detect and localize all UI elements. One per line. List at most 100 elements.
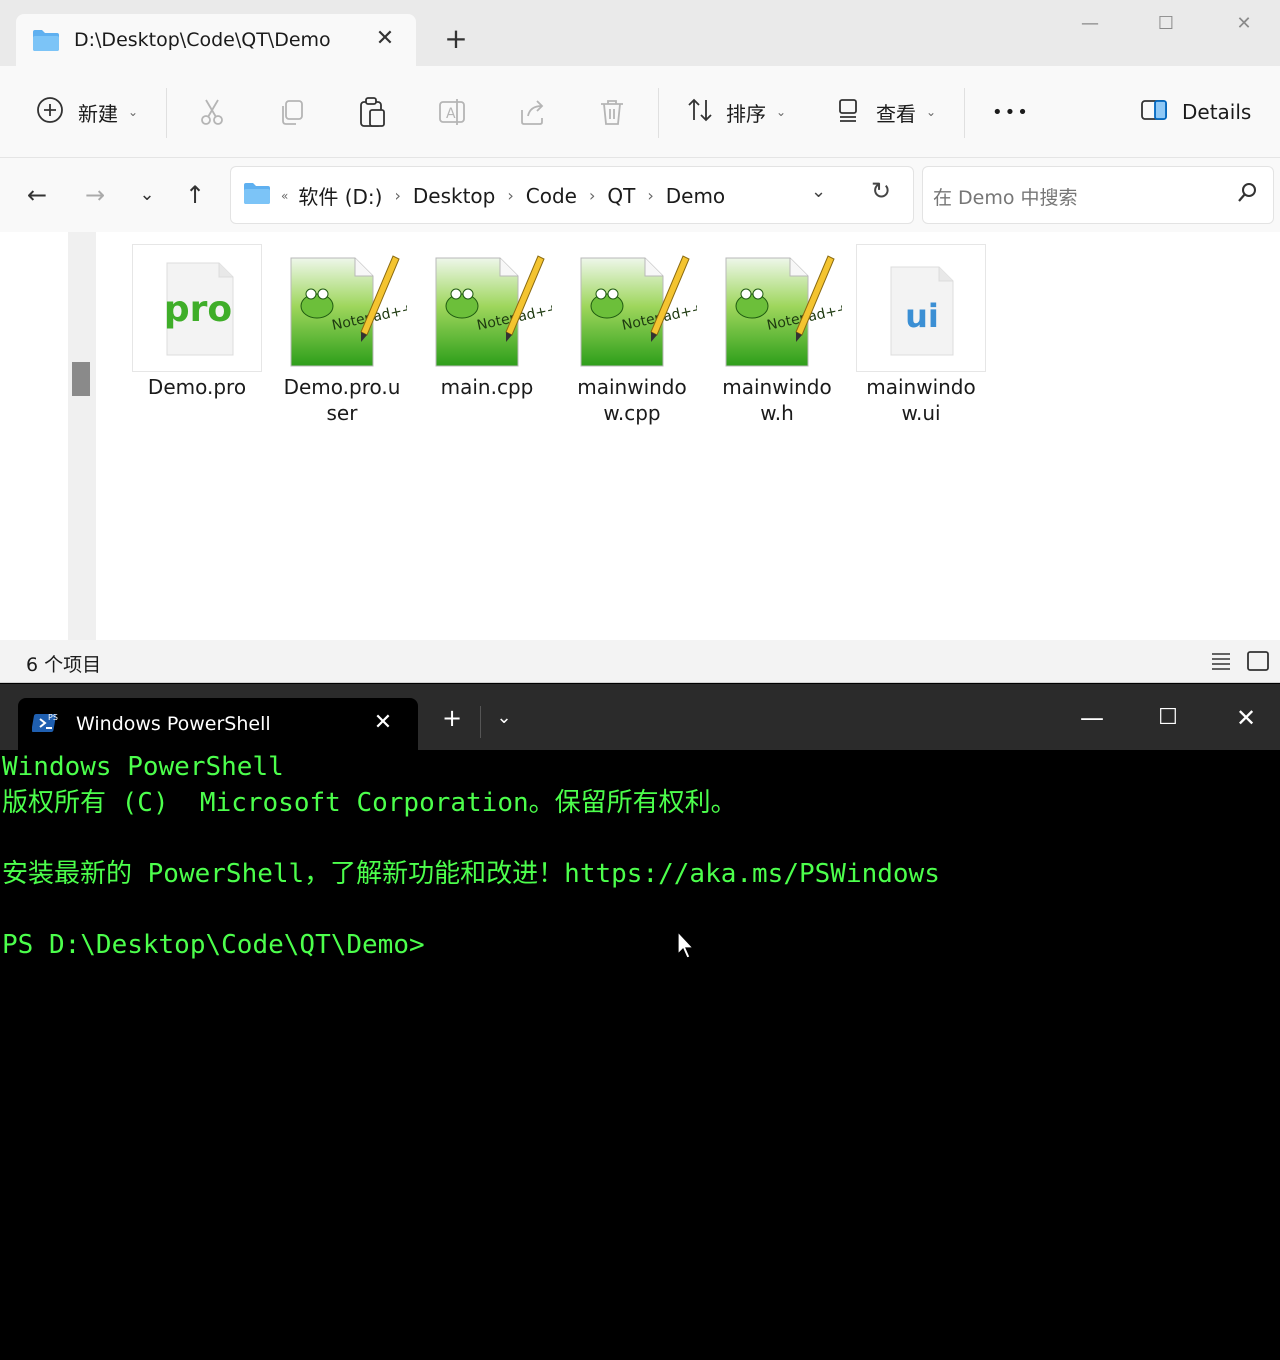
notepadpp-icon: Notepad++: [712, 244, 850, 372]
mouse-pointer-icon: [676, 930, 696, 964]
cut-icon[interactable]: [196, 96, 228, 128]
search-placeholder: 在 Demo 中搜索: [933, 187, 1078, 209]
notepadpp-icon: Notepad++: [567, 244, 705, 372]
chevron-right-icon[interactable]: ›: [507, 186, 513, 205]
item-count: 6 个项目: [26, 654, 102, 676]
address-history-chevron-icon[interactable]: ⌄: [811, 181, 826, 202]
sort-button[interactable]: 排序 ⌄: [686, 92, 786, 132]
console-output[interactable]: Windows PowerShell 版权所有 (C) Microsoft Cor…: [2, 750, 1278, 963]
scrollbar-thumb[interactable]: [72, 362, 90, 396]
ui-file-icon: ui: [856, 244, 986, 372]
tab-dropdown-chevron-icon[interactable]: ⌄: [484, 702, 524, 734]
explorer-tab-bar: D:\Desktop\Code\QT\Demo ✕ + — ☐ ✕: [0, 0, 1280, 66]
breadcrumb-item-code[interactable]: Code: [526, 184, 577, 208]
view-label: 查看: [876, 101, 916, 126]
sort-icon: [686, 96, 714, 129]
file-name: Demo.pro.user: [283, 375, 401, 425]
navigation-pane[interactable]: [0, 232, 68, 640]
paste-icon[interactable]: [356, 96, 388, 128]
scrollbar[interactable]: [68, 232, 96, 640]
close-window-button[interactable]: ✕: [1226, 702, 1266, 734]
toolbar-divider: [964, 88, 965, 138]
sort-label: 排序: [726, 101, 766, 126]
view-icon: [836, 97, 862, 128]
file-icon-badge: ui: [905, 297, 939, 335]
chevron-down-icon: ⌄: [926, 105, 937, 119]
svg-text:PS: PS: [48, 713, 58, 722]
file-name: mainwindow.ui: [866, 375, 976, 425]
console-line: Windows PowerShell: [2, 752, 284, 782]
file-item[interactable]: pro Demo.pro: [127, 244, 267, 400]
new-tab-button[interactable]: +: [432, 702, 472, 734]
new-button-label: 新建: [78, 101, 118, 126]
notepadpp-icon: Notepad++: [277, 244, 415, 372]
search-box[interactable]: 在 Demo 中搜索: [922, 166, 1274, 224]
chevron-right-icon[interactable]: ›: [647, 186, 653, 205]
powershell-icon: PS: [31, 710, 62, 740]
file-item[interactable]: Notepad++ main.cpp: [417, 244, 560, 400]
new-button[interactable]: 新建 ⌄: [36, 92, 138, 132]
status-bar: 6 个项目: [0, 640, 1280, 682]
folder-icon: [32, 28, 60, 56]
details-view-icon[interactable]: [1210, 650, 1232, 676]
terminal-tab-title: Windows PowerShell: [76, 713, 271, 735]
file-item[interactable]: Notepad++ mainwindow.h: [707, 244, 850, 426]
chevron-right-icon[interactable]: ›: [589, 186, 595, 205]
breadcrumb-item-demo[interactable]: Demo: [666, 184, 725, 208]
breadcrumb: « 软件 (D:) › Desktop › Code › QT › Demo: [243, 181, 725, 210]
up-arrow-icon[interactable]: ↑: [178, 178, 212, 212]
breadcrumb-item-qt[interactable]: QT: [607, 184, 635, 208]
terminal-tab-bar: PS Windows PowerShell ✕ + ⌄ — ☐ ✕: [0, 684, 1280, 750]
file-name: main.cpp: [440, 375, 534, 399]
forward-arrow-icon[interactable]: →: [78, 178, 112, 212]
rename-icon[interactable]: A: [436, 96, 468, 128]
delete-icon[interactable]: [596, 96, 628, 128]
more-options-button[interactable]: •••: [992, 92, 1030, 132]
breadcrumb-item-desktop[interactable]: Desktop: [413, 184, 495, 208]
maximize-button[interactable]: ☐: [1146, 8, 1186, 40]
details-pane-icon: [1140, 98, 1168, 127]
chevron-down-icon: ⌄: [128, 105, 139, 119]
file-list-area: pro Demo.pro Notepad++ Demo.pro.user Not…: [0, 232, 1280, 640]
console-prompt: PS D:\Desktop\Code\QT\Demo>: [2, 929, 425, 960]
minimize-button[interactable]: —: [1072, 702, 1112, 734]
pro-file-icon: pro: [132, 244, 262, 372]
view-button[interactable]: 查看 ⌄: [836, 92, 936, 132]
close-window-button[interactable]: ✕: [1224, 8, 1264, 40]
breadcrumb-item-drive[interactable]: 软件 (D:): [298, 181, 382, 210]
command-bar: 新建 ⌄ A 排序 ⌄ 查看 ⌄ ••• Details: [0, 66, 1280, 158]
share-icon[interactable]: [516, 96, 548, 128]
terminal-tab[interactable]: PS Windows PowerShell ✕: [18, 698, 418, 750]
toolbar-divider: [658, 88, 659, 138]
search-icon: [1235, 181, 1259, 209]
chevron-down-icon: ⌄: [776, 105, 787, 119]
new-tab-button[interactable]: +: [440, 24, 472, 56]
details-button[interactable]: Details: [1140, 92, 1251, 132]
file-item[interactable]: Notepad++ Demo.pro.user: [272, 244, 415, 426]
console-line: 版权所有 (C) Microsoft Corporation。保留所有权利。: [2, 787, 737, 818]
breadcrumb-overflow[interactable]: «: [281, 189, 288, 203]
file-item[interactable]: ui mainwindow.ui: [851, 244, 991, 426]
close-tab-icon[interactable]: ✕: [368, 708, 398, 738]
navigation-bar: ← → ⌄ ↑ « 软件 (D:) › Desktop › Code › QT …: [0, 158, 1280, 232]
maximize-button[interactable]: ☐: [1148, 702, 1188, 734]
explorer-tab[interactable]: D:\Desktop\Code\QT\Demo ✕: [16, 14, 416, 66]
back-arrow-icon[interactable]: ←: [20, 178, 54, 212]
address-bar[interactable]: « 软件 (D:) › Desktop › Code › QT › Demo ⌄…: [230, 166, 914, 224]
copy-icon[interactable]: [276, 96, 308, 128]
close-tab-icon[interactable]: ✕: [370, 24, 400, 54]
add-circle-icon: [36, 96, 64, 129]
notepadpp-icon: Notepad++: [422, 244, 560, 372]
file-item[interactable]: Notepad++ mainwindow.cpp: [562, 244, 705, 426]
file-name: Demo.pro: [147, 375, 247, 399]
refresh-icon[interactable]: ↻: [871, 177, 891, 205]
recent-locations-chevron-icon[interactable]: ⌄: [130, 178, 164, 212]
large-icons-view-icon[interactable]: [1246, 649, 1270, 677]
chevron-right-icon[interactable]: ›: [394, 186, 400, 205]
minimize-button[interactable]: —: [1070, 8, 1110, 40]
details-label: Details: [1182, 100, 1252, 124]
file-explorer-window: D:\Desktop\Code\QT\Demo ✕ + — ☐ ✕ 新建 ⌄ A: [0, 0, 1280, 683]
toolbar-divider: [166, 88, 167, 138]
